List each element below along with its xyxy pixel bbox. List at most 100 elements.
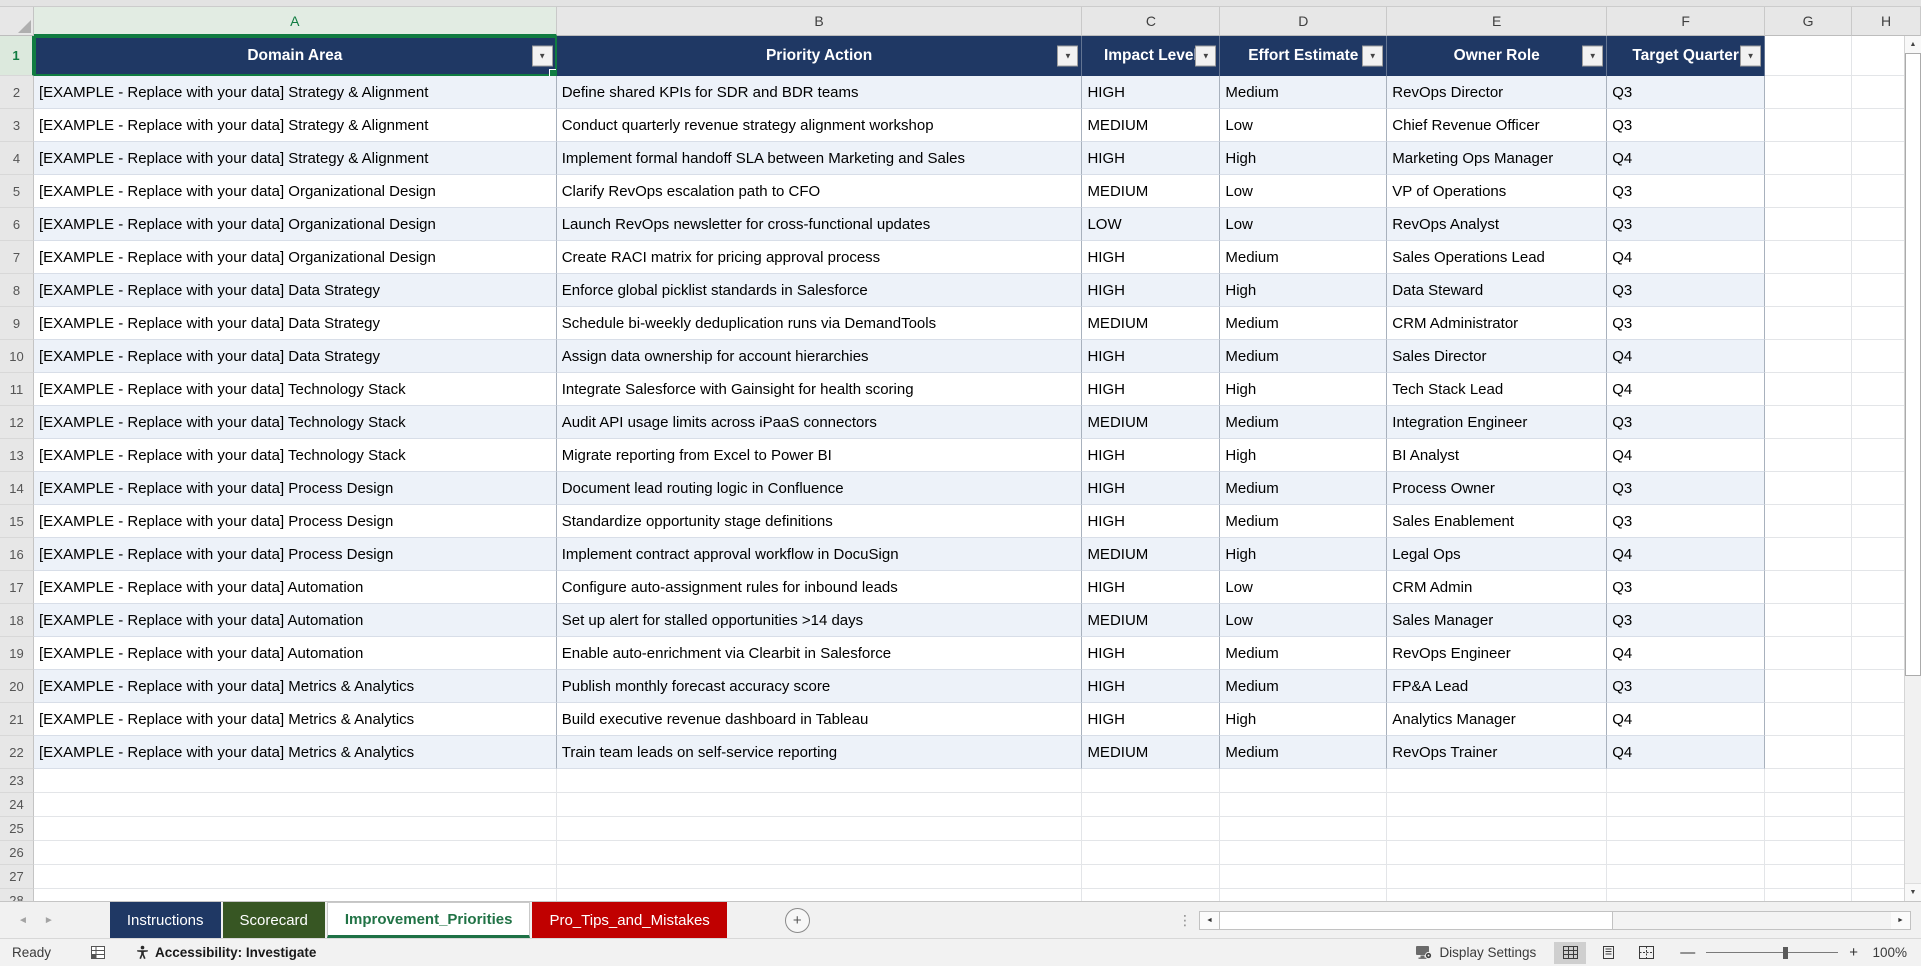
column-header-B[interactable]: B (556, 7, 1083, 36)
cell-E23[interactable] (1387, 769, 1608, 793)
cell-G8[interactable] (1765, 274, 1853, 307)
cell-G26[interactable] (1765, 841, 1853, 865)
cell-B12[interactable]: Audit API usage limits across iPaaS conn… (556, 406, 1083, 439)
cell-F26[interactable] (1607, 841, 1766, 865)
cell-E17[interactable]: CRM Admin (1387, 571, 1608, 604)
cell-B10[interactable]: Assign data ownership for account hierar… (556, 340, 1083, 373)
cell-G22[interactable] (1765, 736, 1853, 769)
cell-G7[interactable] (1765, 241, 1853, 274)
cell-B2[interactable]: Define shared KPIs for SDR and BDR teams (556, 76, 1083, 109)
cell-B22[interactable]: Train team leads on self-service reporti… (556, 736, 1083, 769)
cell-E11[interactable]: Tech Stack Lead (1387, 373, 1608, 406)
cell-G25[interactable] (1765, 817, 1853, 841)
cell-G19[interactable] (1765, 637, 1853, 670)
cell-F17[interactable]: Q3 (1607, 571, 1766, 604)
cell-G6[interactable] (1765, 208, 1853, 241)
cell-F16[interactable]: Q4 (1607, 538, 1766, 571)
cell-G12[interactable] (1765, 406, 1853, 439)
cell-F5[interactable]: Q3 (1607, 175, 1766, 208)
row-header-23[interactable]: 23 (0, 769, 34, 793)
column-header-E[interactable]: E (1387, 7, 1608, 36)
cell-C2[interactable]: HIGH (1082, 76, 1221, 109)
cell-F1[interactable]: Target Quarter ▼ (1607, 36, 1766, 76)
cell-C26[interactable] (1082, 841, 1221, 865)
row-header-12[interactable]: 12 (0, 406, 34, 439)
cell-B15[interactable]: Standardize opportunity stage definition… (556, 505, 1083, 538)
cell-B7[interactable]: Create RACI matrix for pricing approval … (556, 241, 1083, 274)
cell-D27[interactable] (1220, 865, 1388, 889)
row-header-27[interactable]: 27 (0, 865, 34, 889)
cell-A12[interactable]: [EXAMPLE - Replace with your data] Techn… (34, 406, 557, 439)
cell-C11[interactable]: HIGH (1082, 373, 1221, 406)
cell-A11[interactable]: [EXAMPLE - Replace with your data] Techn… (34, 373, 557, 406)
cell-E6[interactable]: RevOps Analyst (1387, 208, 1608, 241)
cell-F10[interactable]: Q4 (1607, 340, 1766, 373)
row-header-21[interactable]: 21 (0, 703, 34, 736)
cell-C13[interactable]: HIGH (1082, 439, 1221, 472)
cell-A22[interactable]: [EXAMPLE - Replace with your data] Metri… (34, 736, 557, 769)
cell-B5[interactable]: Clarify RevOps escalation path to CFO (556, 175, 1083, 208)
row-header-10[interactable]: 10 (0, 340, 34, 373)
cell-E8[interactable]: Data Steward (1387, 274, 1608, 307)
cell-C20[interactable]: HIGH (1082, 670, 1221, 703)
cell-A8[interactable]: [EXAMPLE - Replace with your data] Data … (34, 274, 557, 307)
cell-C14[interactable]: HIGH (1082, 472, 1221, 505)
display-settings-button[interactable]: Display Settings (1415, 945, 1536, 960)
scroll-down-icon[interactable]: ▼ (1905, 883, 1921, 901)
cell-A28[interactable] (34, 889, 557, 901)
cell-A25[interactable] (34, 817, 557, 841)
cell-B13[interactable]: Migrate reporting from Excel to Power BI (556, 439, 1083, 472)
cell-D12[interactable]: Medium (1220, 406, 1388, 439)
cell-F8[interactable]: Q3 (1607, 274, 1766, 307)
cell-D14[interactable]: Medium (1220, 472, 1388, 505)
cell-E21[interactable]: Analytics Manager (1387, 703, 1608, 736)
sheet-tab-pro_tips_and_mistakes[interactable]: Pro_Tips_and_Mistakes (532, 902, 727, 938)
cell-B28[interactable] (556, 889, 1083, 901)
cell-A4[interactable]: [EXAMPLE - Replace with your data] Strat… (34, 142, 557, 175)
cell-C10[interactable]: HIGH (1082, 340, 1221, 373)
cell-G20[interactable] (1765, 670, 1853, 703)
row-header-19[interactable]: 19 (0, 637, 34, 670)
row-header-4[interactable]: 4 (0, 142, 34, 175)
page-break-preview-button[interactable] (1630, 942, 1662, 964)
cell-E12[interactable]: Integration Engineer (1387, 406, 1608, 439)
cell-A17[interactable]: [EXAMPLE - Replace with your data] Autom… (34, 571, 557, 604)
cell-E13[interactable]: BI Analyst (1387, 439, 1608, 472)
cell-C22[interactable]: MEDIUM (1082, 736, 1221, 769)
zoom-in-button[interactable]: + (1849, 944, 1858, 961)
cell-E2[interactable]: RevOps Director (1387, 76, 1608, 109)
horizontal-scroll-track[interactable] (1613, 912, 1891, 929)
cell-B6[interactable]: Launch RevOps newsletter for cross-funct… (556, 208, 1083, 241)
cell-B21[interactable]: Build executive revenue dashboard in Tab… (556, 703, 1083, 736)
cell-F25[interactable] (1607, 817, 1766, 841)
row-header-24[interactable]: 24 (0, 793, 34, 817)
row-header-6[interactable]: 6 (0, 208, 34, 241)
cell-D15[interactable]: Medium (1220, 505, 1388, 538)
column-header-A[interactable]: A (33, 7, 557, 36)
cell-D28[interactable] (1220, 889, 1388, 901)
cell-F24[interactable] (1607, 793, 1766, 817)
cell-G2[interactable] (1765, 76, 1853, 109)
cell-A21[interactable]: [EXAMPLE - Replace with your data] Metri… (34, 703, 557, 736)
row-header-8[interactable]: 8 (0, 274, 34, 307)
cell-G4[interactable] (1765, 142, 1853, 175)
column-header-G[interactable]: G (1765, 7, 1853, 36)
cell-E27[interactable] (1387, 865, 1608, 889)
zoom-level[interactable]: 100% (1869, 945, 1907, 960)
filter-button[interactable]: ▼ (1362, 45, 1384, 67)
cell-B16[interactable]: Implement contract approval workflow in … (556, 538, 1083, 571)
cell-E25[interactable] (1387, 817, 1608, 841)
row-header-13[interactable]: 13 (0, 439, 34, 472)
cell-F18[interactable]: Q3 (1607, 604, 1766, 637)
column-header-H[interactable]: H (1852, 7, 1921, 36)
cell-F13[interactable]: Q4 (1607, 439, 1766, 472)
filter-button[interactable]: ▼ (1057, 45, 1079, 67)
cell-F22[interactable]: Q4 (1607, 736, 1766, 769)
column-header-D[interactable]: D (1220, 7, 1388, 36)
cell-E19[interactable]: RevOps Engineer (1387, 637, 1608, 670)
cell-G16[interactable] (1765, 538, 1853, 571)
cell-D13[interactable]: High (1220, 439, 1388, 472)
cell-F6[interactable]: Q3 (1607, 208, 1766, 241)
cell-E24[interactable] (1387, 793, 1608, 817)
cell-E7[interactable]: Sales Operations Lead (1387, 241, 1608, 274)
